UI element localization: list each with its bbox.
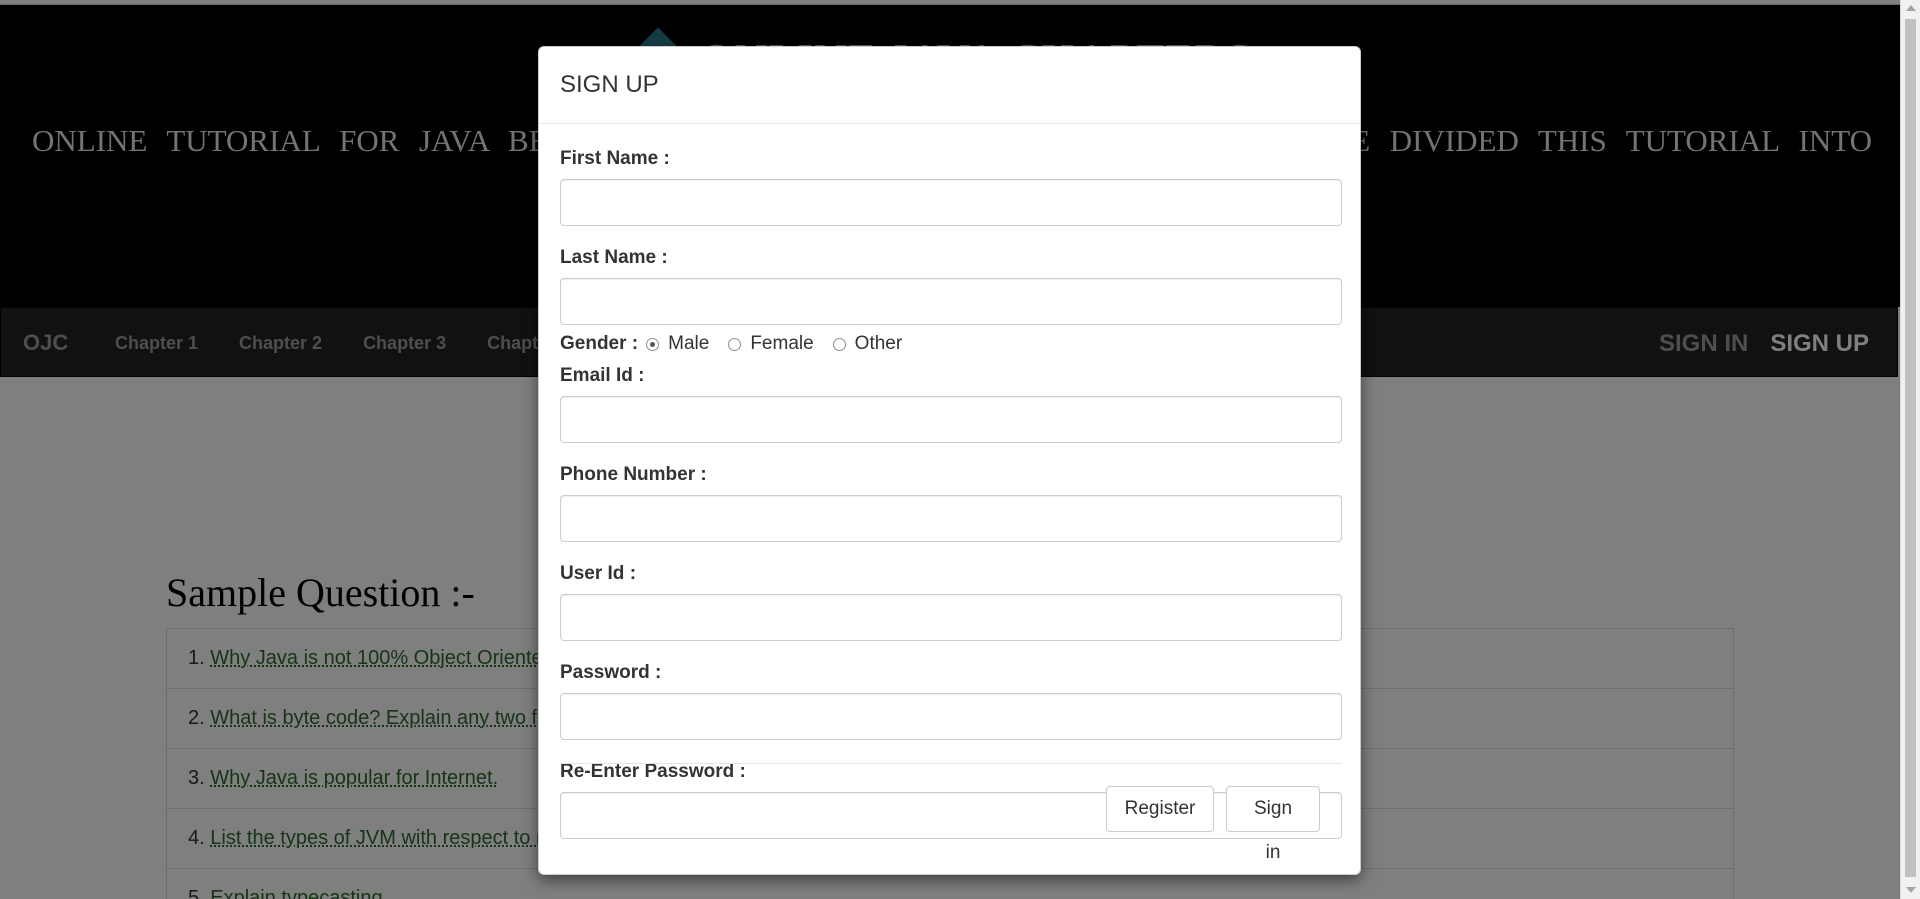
gender-female-radio[interactable] (728, 337, 742, 351)
scroll-down-arrow-icon[interactable] (1906, 887, 1916, 893)
reenter-password-field[interactable] (560, 792, 1342, 839)
page-scrollbar[interactable] (1900, 0, 1920, 899)
gender-other-label: Other (854, 333, 903, 354)
gender-label: Gender : (560, 333, 639, 354)
user-id-field[interactable] (560, 594, 1342, 641)
gender-male-label: Male (668, 333, 710, 354)
modal-header: SIGN UP (539, 47, 1360, 124)
password-field[interactable] (560, 693, 1342, 740)
sign-in-button[interactable]: Sign in (1226, 786, 1320, 863)
modal-footer: Register Sign in (560, 763, 1342, 863)
gender-female-label: Female (750, 333, 814, 354)
phone-field[interactable] (560, 495, 1342, 542)
sign-up-form: First Name : Last Name : Gender : Male F… (560, 124, 1342, 839)
last-name-field[interactable] (560, 278, 1342, 325)
password-label: Password : (560, 662, 662, 683)
email-label: Email Id : (560, 365, 645, 386)
scroll-up-arrow-icon[interactable] (1906, 5, 1916, 11)
modal-title: SIGN UP (560, 71, 659, 98)
last-name-label: Last Name : (560, 247, 668, 268)
gender-male-radio[interactable] (646, 337, 660, 351)
page: ONLINE JAVA CHAPTERS ONLINE TUTORIAL FOR… (0, 0, 1900, 899)
user-id-label: User Id : (560, 563, 637, 584)
reenter-password-label: Re-Enter Password : (560, 761, 746, 782)
first-name-label: First Name : (560, 148, 670, 169)
email-field[interactable] (560, 396, 1342, 443)
first-name-field[interactable] (560, 179, 1342, 226)
scrollbar-thumb[interactable] (1905, 19, 1916, 877)
gender-group: Gender : Male Female Other (560, 333, 1342, 355)
register-button[interactable]: Register (1106, 786, 1214, 832)
phone-label: Phone Number : (560, 464, 707, 485)
gender-other-radio[interactable] (832, 337, 846, 351)
sign-up-modal: SIGN UP First Name : Last Name : Gender … (538, 46, 1361, 875)
